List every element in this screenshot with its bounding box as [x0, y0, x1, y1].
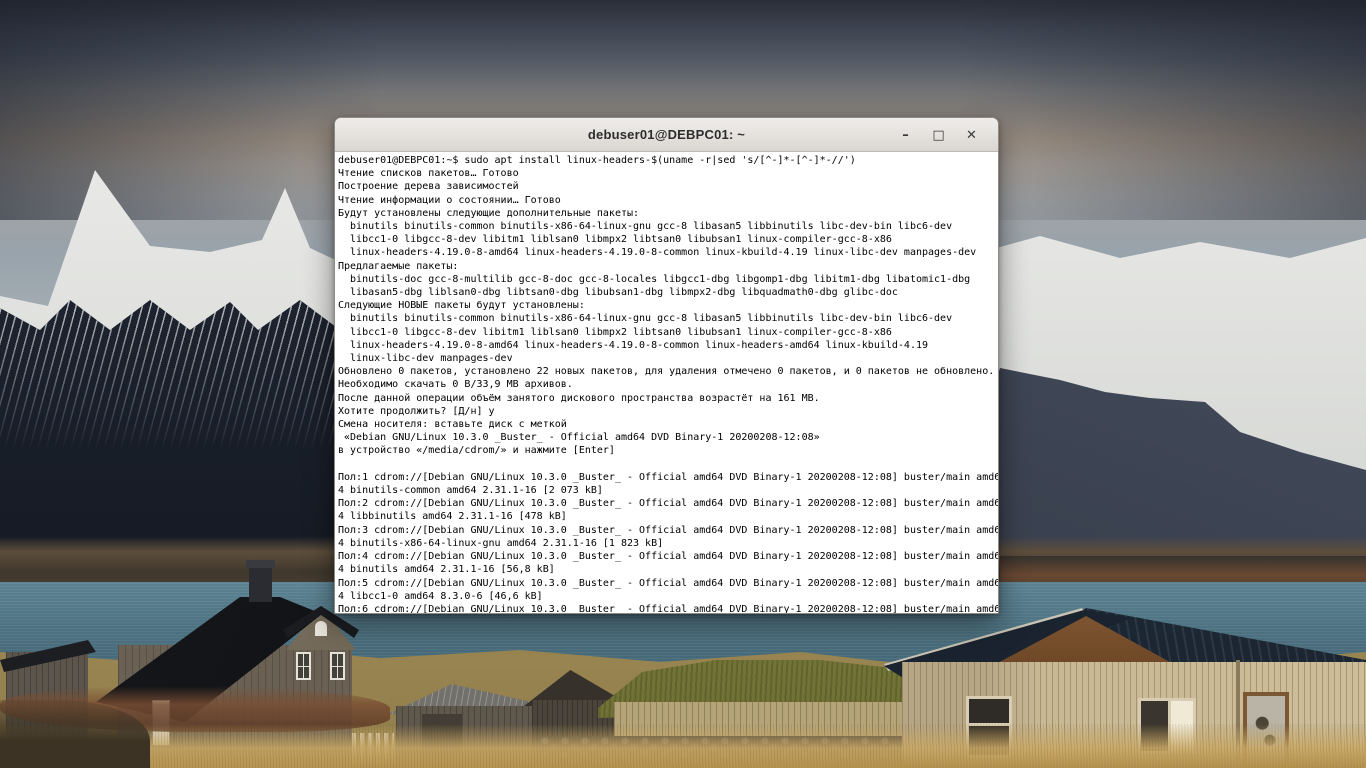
maximize-icon[interactable]: □ — [922, 121, 955, 149]
terminal-window: debuser01@DEBPC01: ~ – □ ✕ debuser01@DEB… — [334, 117, 999, 614]
titlebar[interactable]: debuser01@DEBPC01: ~ – □ ✕ — [335, 118, 998, 152]
left-house-chimney — [249, 564, 272, 602]
left-house-window — [330, 652, 345, 680]
window-title: debuser01@DEBPC01: ~ — [588, 127, 745, 142]
desktop: debuser01@DEBPC01: ~ – □ ✕ debuser01@DEB… — [0, 0, 1366, 768]
window-controls: – □ ✕ — [889, 118, 988, 152]
left-house-chimney-cap — [246, 560, 275, 568]
terminal-output[interactable]: debuser01@DEBPC01:~$ sudo apt install li… — [335, 152, 998, 614]
close-icon[interactable]: ✕ — [955, 121, 988, 149]
minimize-icon[interactable]: – — [889, 121, 922, 149]
foreground-grass — [0, 724, 1366, 768]
left-house-window — [296, 652, 311, 680]
left-house-attic-window — [315, 621, 327, 636]
